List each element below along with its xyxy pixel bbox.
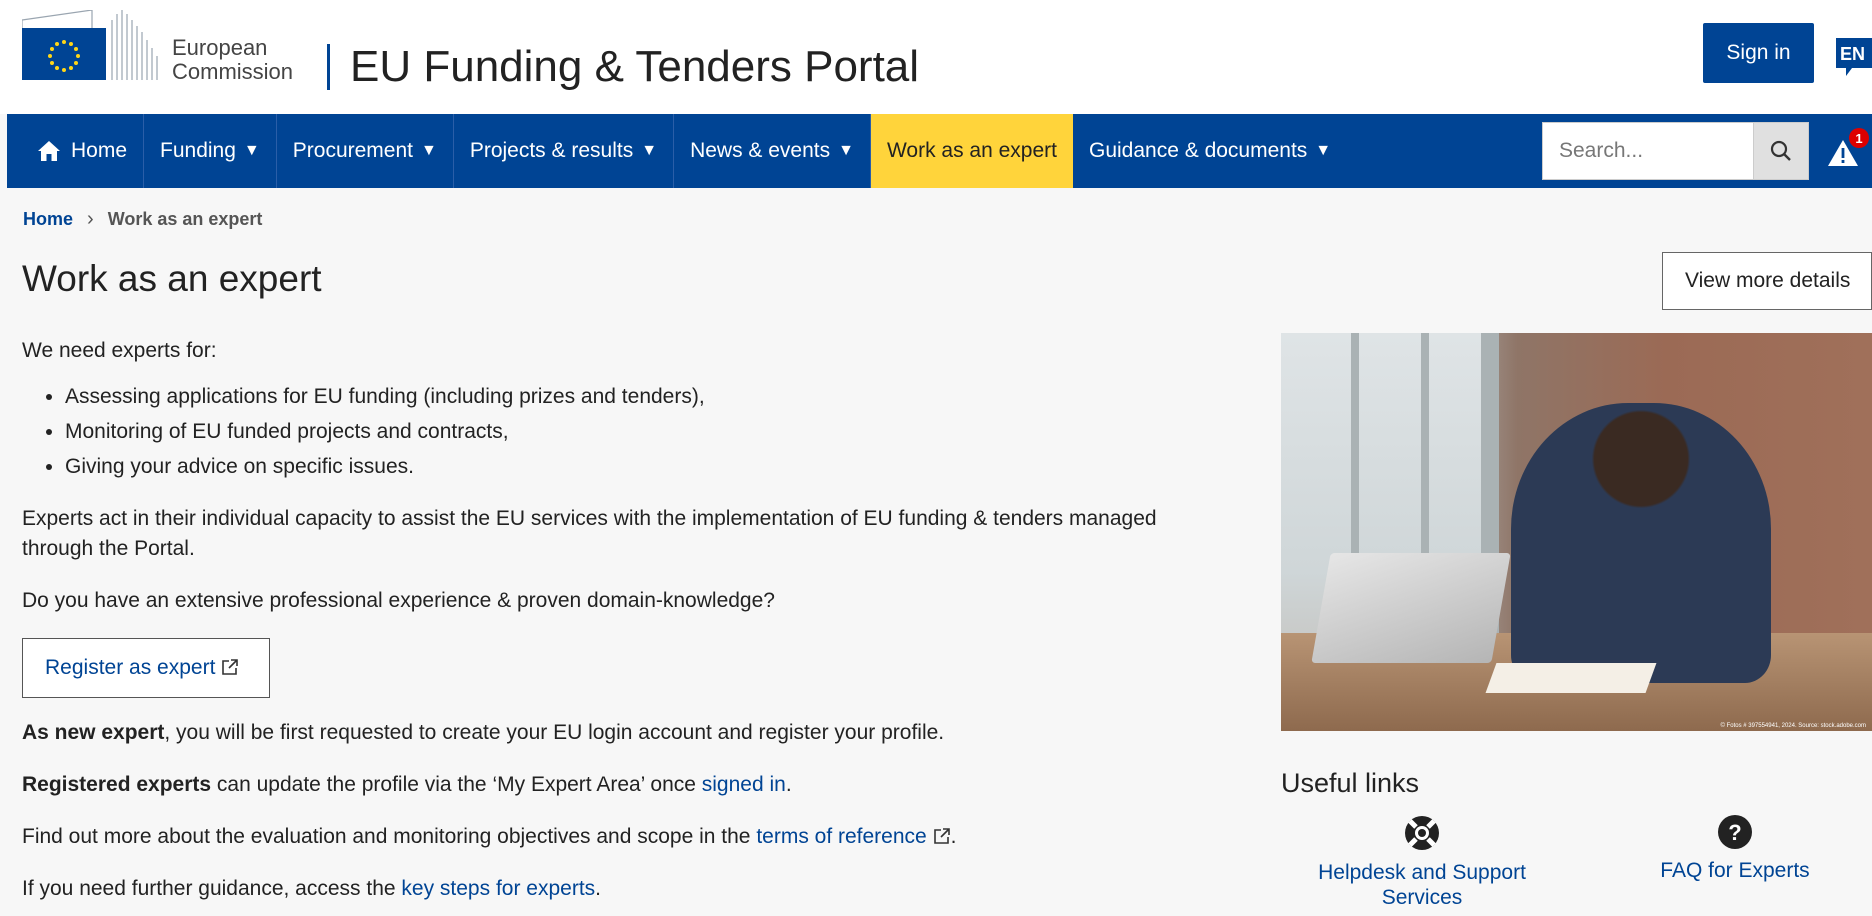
breadcrumb: Home › Work as an expert [23,208,262,231]
view-more-details-button[interactable]: View more details [1662,252,1872,310]
sign-in-button[interactable]: Sign in [1703,23,1814,83]
caret-down-icon: ▼ [243,142,260,159]
list-item: Giving your advice on specific issues. [65,452,705,487]
nav-home-label: Home [71,139,128,162]
terms-of-reference-link[interactable]: terms of reference [756,825,950,848]
question-circle-icon: ? [1718,815,1752,849]
external-link-icon [933,828,950,844]
new-expert-rest: , you will be first requested to create … [164,721,945,744]
portal-title[interactable]: EU Funding & Tenders Portal [350,42,919,92]
logo-text: European Commission [172,36,293,84]
language-code: EN [1840,44,1865,64]
photo-laptop [1311,553,1511,663]
nav-guidance-documents-label: Guidance & documents [1089,139,1308,162]
search-button[interactable] [1753,122,1809,180]
search-input[interactable] [1542,122,1754,180]
intro-text: We need experts for: [22,339,217,362]
find-out-more-text: Find out more about the evaluation and m… [22,822,956,852]
nav-work-as-expert[interactable]: Work as an expert [870,114,1073,188]
nav-funding-label: Funding [160,139,236,162]
language-bubble-icon: EN [1836,38,1872,76]
nav-news-events[interactable]: News & events ▼ [674,114,871,188]
european-commission-logo[interactable] [22,10,172,80]
nav-projects-results-label: Projects & results [469,139,634,162]
svg-text:?: ? [1728,820,1741,845]
list-item: Monitoring of EU funded projects and con… [65,417,705,452]
experience-question: Do you have an extensive professional ex… [22,589,775,612]
helpdesk-support-link[interactable]: Helpdesk and Support Services [1300,814,1544,910]
helpdesk-label: Helpdesk and Support Services [1318,861,1526,909]
guide-text: If you need further guidance, access the [22,877,402,900]
useful-links-title: Useful links [1281,768,1420,798]
photo-person [1511,403,1771,683]
nav-guidance-documents[interactable]: Guidance & documents ▼ [1073,114,1347,188]
lifebuoy-icon [1405,816,1439,850]
period: . [785,773,792,796]
list-item: Assessing applications for EU funding (i… [65,382,705,417]
photo-credit: © Fotos # 397554941, 2024. Source: stock… [1720,723,1866,729]
guidance-text: If you need further guidance, access the… [22,874,601,904]
nav-procurement-label: Procurement [292,139,413,162]
period: . [595,877,601,900]
page-title: Work as an expert [22,258,322,299]
caret-down-icon: ▼ [1315,142,1332,159]
register-as-expert-button[interactable]: Register as expert [22,638,270,698]
breadcrumb-current: Work as an expert [107,209,263,229]
key-steps-link[interactable]: key steps for experts [401,877,595,900]
new-expert-text: As new expert, you will be first request… [22,718,944,748]
nav-projects-results[interactable]: Projects & results ▼ [454,114,675,188]
alerts-button[interactable]: 1 [1823,126,1872,176]
experts-act-text: Experts act in their individual capacity… [22,507,1157,560]
nav-news-events-label: News & events [690,139,831,162]
home-icon [38,141,60,161]
photo-notebook [1485,663,1657,693]
logo-text-line2: Commission [172,59,294,84]
external-link-icon [222,659,239,675]
expert-working-photo: © Fotos # 397554941, 2024. Source: stock… [1281,333,1872,731]
faq-for-experts-link[interactable]: ? FAQ for Experts [1640,814,1830,883]
nav-funding[interactable]: Funding ▼ [144,114,277,188]
search-icon [1770,140,1791,161]
alert-count-badge: 1 [1849,128,1869,148]
expert-tasks-list: Assessing applications for EU funding (i… [22,382,705,487]
faq-label: FAQ for Experts [1660,859,1810,882]
caret-down-icon: ▼ [641,142,658,159]
breadcrumb-home-link[interactable]: Home [23,209,73,230]
find-text: Find out more about the evaluation and m… [22,825,757,848]
main-navigation: Home Funding ▼ Procurement ▼ Projects & … [7,114,1872,188]
chevron-right-icon: › [87,208,94,230]
signed-in-link[interactable]: signed in [702,773,786,796]
registered-experts-text: Registered experts can update the profil… [22,770,792,800]
nav-work-as-expert-label: Work as an expert [886,139,1057,162]
logo-text-line1: European [172,35,268,60]
site-header: European Commission EU Funding & Tenders… [0,0,1872,114]
nav-procurement[interactable]: Procurement ▼ [277,114,454,188]
logo-separator [327,44,330,90]
terms-link-label: terms of reference [756,825,927,848]
language-selector[interactable]: EN [1836,36,1872,76]
registered-bold: Registered experts [22,773,212,796]
period: . [950,825,957,848]
nav-home[interactable]: Home [7,114,145,188]
caret-down-icon: ▼ [838,142,854,159]
registered-rest: can update the profile via the ‘My Exper… [211,773,702,796]
register-label: Register as expert [45,656,216,679]
caret-down-icon: ▼ [420,142,437,159]
new-expert-bold: As new expert [22,721,165,744]
